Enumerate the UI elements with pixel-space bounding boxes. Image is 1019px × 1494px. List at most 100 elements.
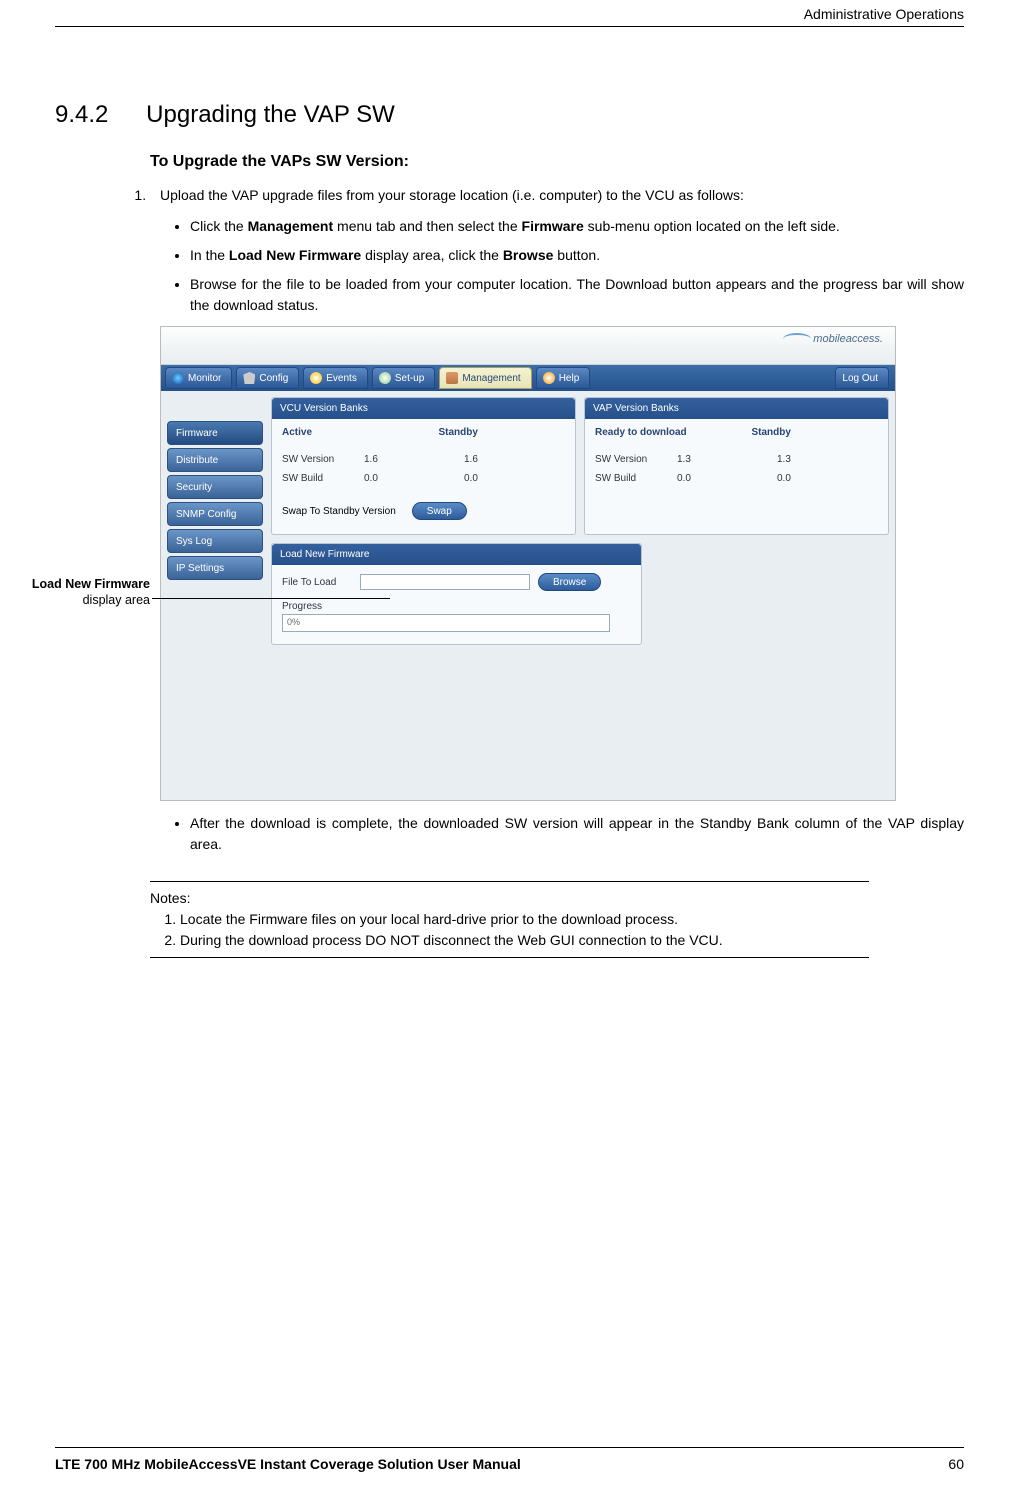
steps-list: Upload the VAP upgrade files from your s… [150,185,964,855]
vap-col-standby: Standby [752,425,879,440]
callout-bold: Load New Firmware [32,577,150,591]
notes-rule-bottom [150,957,869,958]
ss-body: Firmware Distribute Security SNMP Config… [161,391,895,800]
step-1-intro: Upload the VAP upgrade files from your s… [160,187,744,203]
swap-row: Swap To Standby Version Swap [282,502,565,520]
load-new-firmware-panel: Load New Firmware File To Load Browse Pr… [271,543,642,645]
vcu-cols: Active Standby [272,419,575,448]
section-title: Upgrading the VAP SW [146,101,395,129]
footer-rule [55,1447,964,1448]
page-footer: LTE 700 MHz MobileAccessVE Instant Cover… [55,1456,964,1472]
notes-heading: Notes: [150,888,869,909]
mobileaccess-logo: mobileaccess. [783,331,883,348]
tab-label: Monitor [188,371,221,386]
sidebar-item-firmware[interactable]: Firmware [167,421,263,445]
vcu-col-active: Active [282,425,409,440]
step-1-bullets: Click the Management menu tab and then s… [190,216,964,316]
value-active: 1.6 [364,452,404,467]
label: SW Build [595,471,657,486]
progress-bar: 0% [282,614,610,632]
sidebar-item-distribute[interactable]: Distribute [167,448,263,472]
tab-help[interactable]: Help [536,367,591,389]
sidebar-item-snmp[interactable]: SNMP Config [167,502,263,526]
help-icon [543,372,555,384]
vcu-panel-title: VCU Version Banks [272,398,575,419]
tab-setup[interactable]: Set-up [372,367,435,389]
setup-icon [379,372,391,384]
monitor-icon [172,372,184,384]
progress-label: Progress [282,599,631,614]
progress-row: Progress 0% [282,599,631,632]
logout-button[interactable]: Log Out [835,367,889,389]
notes-block: Notes: Locate the Firmware files on your… [150,888,869,951]
footer-title: LTE 700 MHz MobileAccessVE Instant Cover… [55,1456,521,1472]
callout-leader-line [152,598,390,599]
section-heading: 9.4.2 Upgrading the VAP SW [55,97,964,129]
sidebar-item-ip[interactable]: IP Settings [167,556,263,580]
management-icon [446,372,458,384]
progress-value: 0% [287,616,300,630]
text: display area, click the [361,247,503,263]
bullet-after-download: After the download is complete, the down… [190,813,964,855]
label: SW Version [595,452,657,467]
tab-label: Events [326,371,357,386]
browse-button[interactable]: Browse [538,573,601,591]
label: SW Build [282,471,344,486]
vap-panel-title: VAP Version Banks [585,398,888,419]
file-to-load-input[interactable] [360,574,530,590]
page-number: 60 [948,1456,964,1472]
vcu-row-version: SW Version 1.6 1.6 [282,452,565,467]
tab-label: Help [559,371,580,386]
text-bold: Browse [503,247,554,263]
page-header-right: Administrative Operations [55,0,964,27]
swap-label: Swap To Standby Version [282,504,396,519]
ss-main-menu: Monitor Config Events Set-up Management … [161,365,895,391]
load-panel-title: Load New Firmware [272,544,641,565]
ss-topbar: mobileaccess. [161,327,895,365]
note-1: Locate the Firmware files on your local … [180,909,869,930]
text: In the [190,247,229,263]
value-active: 0.0 [364,471,404,486]
note-2: During the download process DO NOT disco… [180,930,869,951]
ss-sidebar: Firmware Distribute Security SNMP Config… [167,421,263,580]
text-bold: Load New Firmware [229,247,361,263]
logo-swoosh-icon [783,333,811,345]
text: button. [553,247,600,263]
vcu-row-build: SW Build 0.0 0.0 [282,471,565,486]
vcu-col-standby: Standby [439,425,566,440]
screenshot-wrapper: Load New Firmware display area mobileacc… [160,326,964,801]
section-subtitle: To Upgrade the VAPs SW Version: [150,153,964,171]
ss-panels: VCU Version Banks Active Standby SW Vers… [271,397,889,653]
text: menu tab and then select the [333,218,521,234]
sidebar-item-syslog[interactable]: Sys Log [167,529,263,553]
swap-button[interactable]: Swap [412,502,467,520]
tab-monitor[interactable]: Monitor [165,367,232,389]
notes-list: Locate the Firmware files on your local … [180,909,869,951]
bullet-management-firmware: Click the Management menu tab and then s… [190,216,964,237]
bullet-browse-download: Browse for the file to be loaded from yo… [190,274,964,316]
embedded-screenshot: mobileaccess. Monitor Config Events Set-… [160,326,896,801]
tab-config[interactable]: Config [236,367,299,389]
file-label: File To Load [282,575,352,590]
label: SW Version [282,452,344,467]
events-icon [310,372,322,384]
text: sub-menu option located on the left side… [584,218,840,234]
text: Click the [190,218,248,234]
version-banks-row: VCU Version Banks Active Standby SW Vers… [271,397,889,535]
vap-row-build: SW Build 0.0 0.0 [595,471,878,486]
value-ready: 0.0 [677,471,717,486]
value-standby: 0.0 [777,471,791,486]
sidebar-item-security[interactable]: Security [167,475,263,499]
tab-events[interactable]: Events [303,367,368,389]
vap-cols: Ready to download Standby [585,419,888,448]
step-1-bullets-after: After the download is complete, the down… [190,813,964,855]
value-standby: 1.6 [464,452,478,467]
config-icon [243,372,255,384]
tab-label: Config [259,371,288,386]
tab-management[interactable]: Management [439,367,531,389]
step-1: Upload the VAP upgrade files from your s… [150,185,964,855]
logo-text: mobileaccess. [813,333,883,345]
tab-label: Set-up [395,371,424,386]
vap-row-version: SW Version 1.3 1.3 [595,452,878,467]
section-number: 9.4.2 [55,101,108,129]
